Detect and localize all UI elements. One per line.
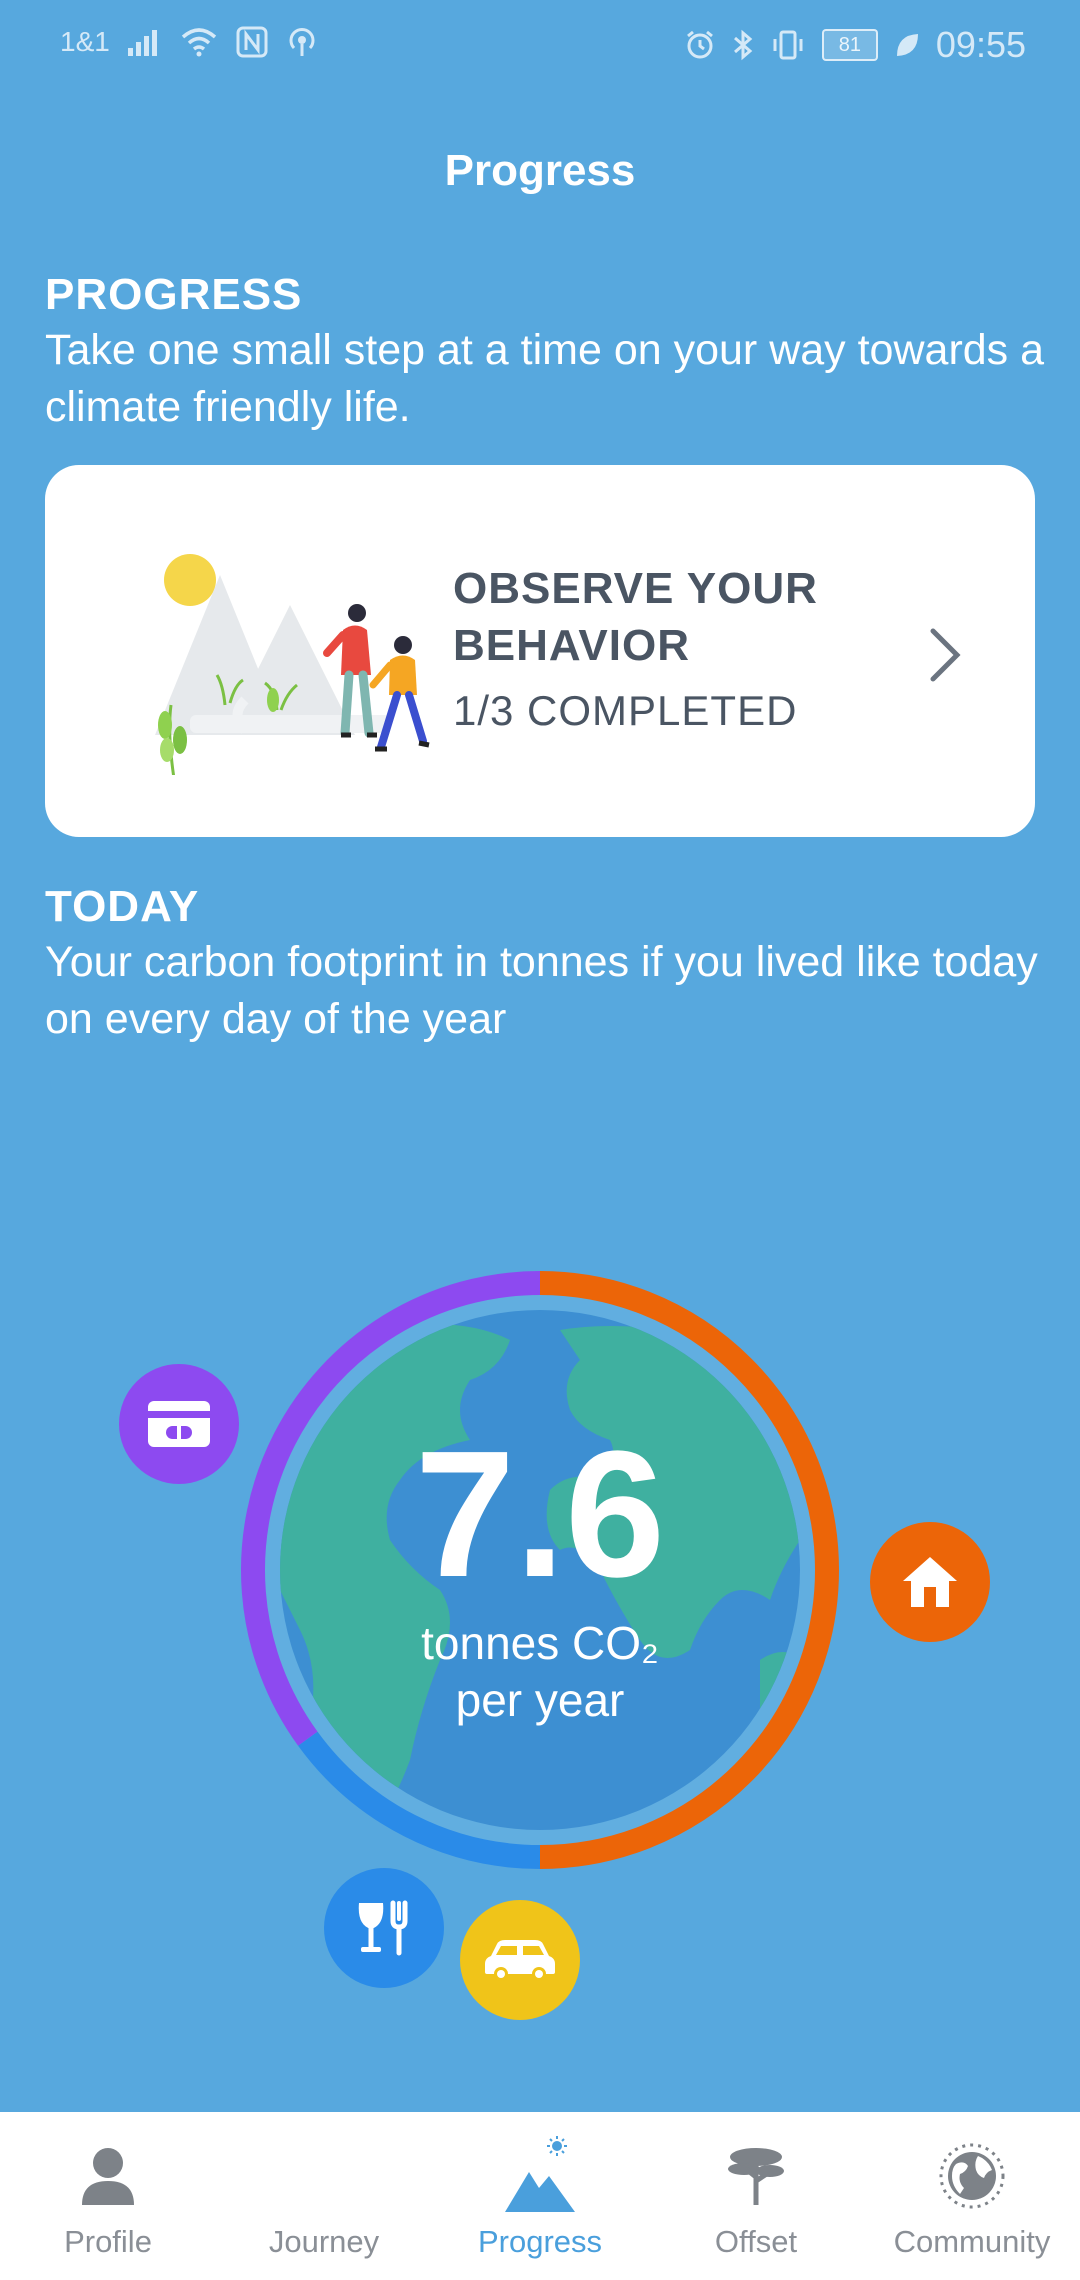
globe-icon [938,2136,1006,2216]
behavior-card[interactable]: OBSERVE YOUR BEHAVIOR 1/3 COMPLETED [45,465,1035,837]
vibrate-icon [770,29,806,61]
credit-card-icon [148,1401,210,1447]
transport-category-button[interactable] [460,1900,580,2020]
nav-item-profile[interactable]: Profile [0,2112,216,2280]
chevron-right-icon[interactable] [925,625,965,685]
wifi-icon [180,27,218,57]
footprint-unit-line2: per year [455,1674,625,1726]
nav-item-community[interactable]: Community [864,2112,1080,2280]
profile-icon [78,2136,138,2216]
today-description: Your carbon footprint in tonnes if you l… [45,938,1038,1043]
progress-section: PROGRESS Take one small step at a time o… [45,270,1045,436]
nav-label-community: Community [893,2224,1051,2259]
food-icon [358,1900,408,1956]
card-title: OBSERVE YOUR BEHAVIOR [453,564,818,670]
walking-people-illustration [155,554,430,775]
nav-label-progress: Progress [477,2224,603,2259]
home-icon [903,1557,957,1607]
nav-item-progress[interactable]: Progress [432,2112,648,2280]
card-completion-status: 1/3 COMPLETED [453,687,798,734]
battery-level: 81 [821,29,878,61]
today-section: TODAY Your carbon footprint in tonnes if… [45,882,1045,1048]
progress-heading: PROGRESS [45,270,303,319]
carrier-label: 1&1 [60,26,110,57]
nav-item-journey[interactable]: Journey [216,2112,432,2280]
bluetooth-icon [732,29,754,61]
hotspot-icon [286,26,318,58]
food-category-button[interactable] [324,1868,444,1988]
tree-icon [724,2136,788,2216]
nfc-icon [236,26,268,58]
leaf-icon [894,31,920,59]
progress-description: Take one small step at a time on your wa… [45,326,1045,431]
nav-label-journey: Journey [268,2224,380,2259]
status-bar: 1&1 81 09:55 [0,0,1080,90]
home-category-button[interactable] [870,1522,990,1642]
bottom-navigation: Profile Journey Progress Offset Communit… [0,2112,1080,2280]
nav-label-offset: Offset [714,2224,798,2259]
page-title: Progress [444,146,636,195]
progress-icon [503,2136,577,2216]
nav-label-profile: Profile [64,2224,152,2259]
signal-icon [127,28,162,56]
nav-item-offset[interactable]: Offset [648,2112,864,2280]
today-heading: TODAY [45,882,200,931]
alarm-icon [684,29,716,61]
clock: 09:55 [935,24,1026,65]
footprint-visual: 7.6 tonnes CO₂ per year [0,1240,1080,2040]
car-icon [485,1940,555,1981]
consumption-category-button[interactable] [119,1364,239,1484]
